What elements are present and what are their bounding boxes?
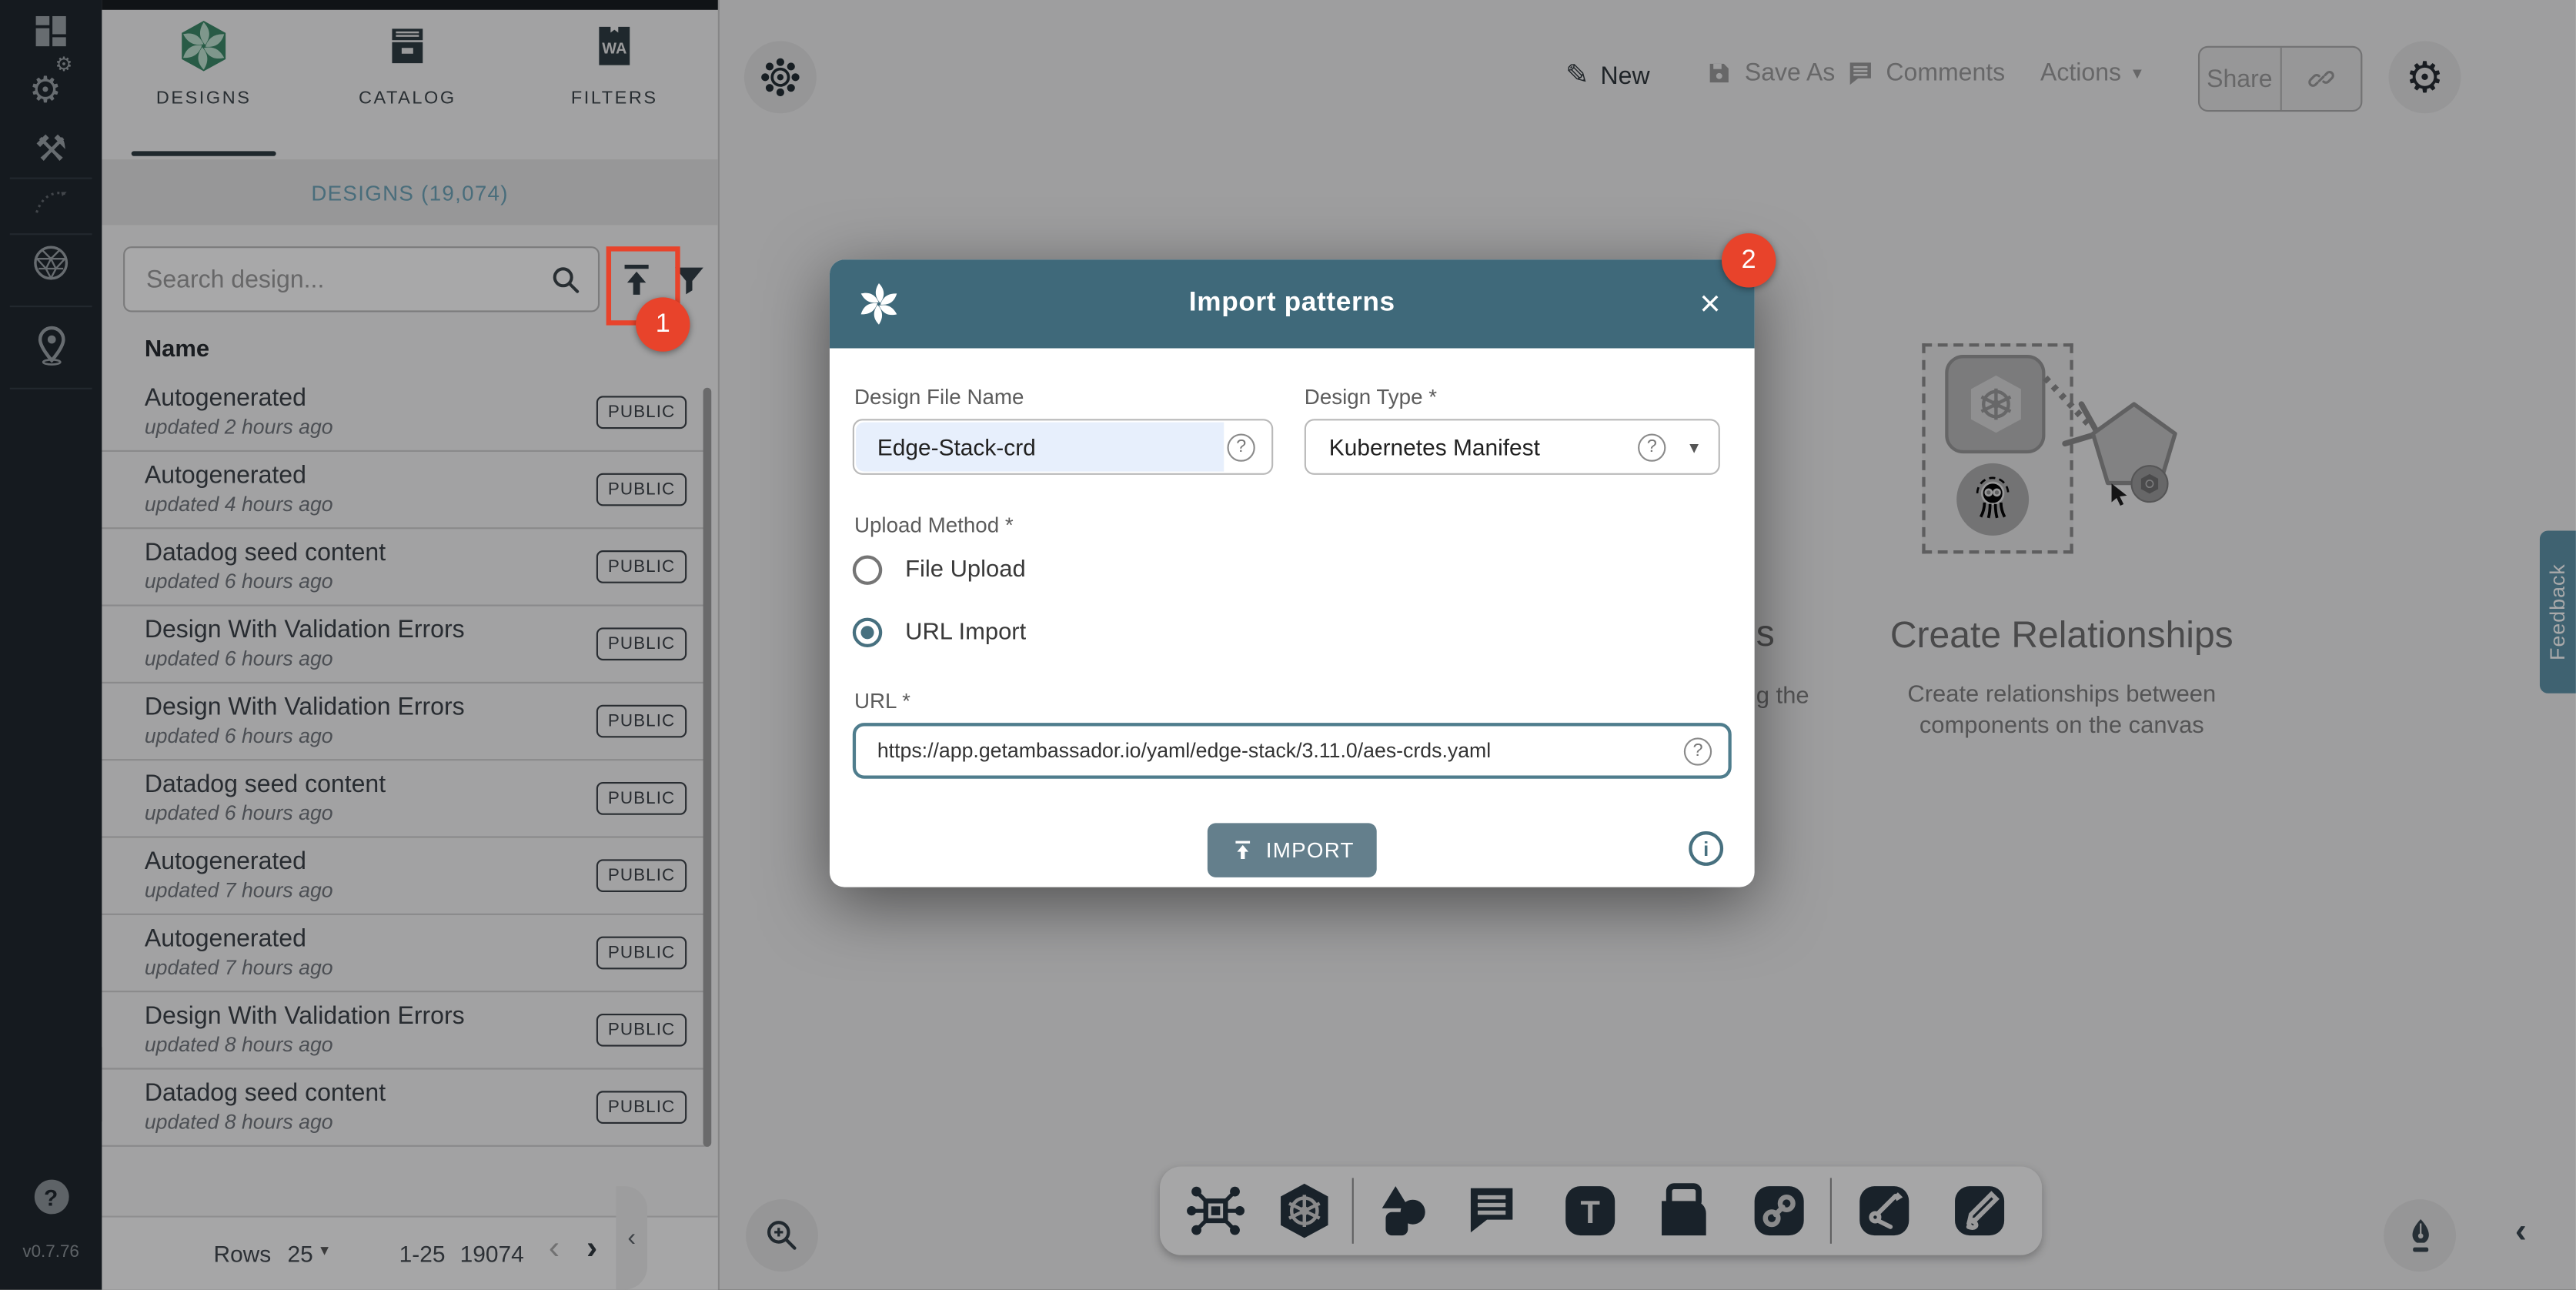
help-icon[interactable]: ?	[1638, 433, 1666, 460]
design-file-name-value: Edge-Stack-crd	[877, 434, 1036, 460]
radio-file-upload-label: File Upload	[905, 557, 1026, 583]
radio-circle-icon	[853, 555, 882, 584]
annotation-step-2: 2	[1722, 233, 1776, 287]
modal-title: Import patterns	[830, 288, 1755, 319]
import-button[interactable]: IMPORT	[1208, 823, 1377, 877]
help-icon[interactable]: ?	[1684, 737, 1712, 764]
close-icon[interactable]: ×	[1687, 281, 1733, 327]
radio-selected-icon	[853, 618, 882, 647]
meshery-app: ⚙⚙ ⚒ ? v0.7.76 › DESIGNS CATALOG FILTERS…	[0, 0, 2576, 1290]
url-input[interactable]: https://app.getambassador.io/yaml/edge-s…	[853, 723, 1732, 779]
design-file-name-label: Design File Name	[854, 384, 1024, 409]
url-value: https://app.getambassador.io/yaml/edge-s…	[877, 740, 1491, 763]
upload-icon	[1230, 838, 1255, 863]
import-button-label: IMPORT	[1266, 838, 1355, 863]
help-icon[interactable]: ?	[1227, 433, 1255, 460]
design-type-select[interactable]: Kubernetes Manifest ? ▾	[1305, 419, 1720, 475]
chevron-down-icon: ▾	[1689, 436, 1699, 458]
import-patterns-modal: Import patterns × Design File Name Edge-…	[830, 259, 1755, 887]
radio-url-import-label: URL Import	[905, 620, 1026, 646]
design-type-value: Kubernetes Manifest	[1329, 434, 1540, 460]
upload-method-label: Upload Method *	[854, 513, 1014, 537]
annotation-step-1: 1	[636, 297, 690, 351]
radio-url-import[interactable]: URL Import	[853, 618, 1026, 647]
info-icon[interactable]: i	[1689, 831, 1723, 866]
url-label: URL *	[854, 688, 910, 713]
design-file-name-field[interactable]: Edge-Stack-crd ?	[853, 419, 1273, 475]
design-type-label: Design Type *	[1305, 384, 1437, 409]
radio-file-upload[interactable]: File Upload	[853, 555, 1026, 584]
modal-header: Import patterns ×	[830, 259, 1755, 348]
